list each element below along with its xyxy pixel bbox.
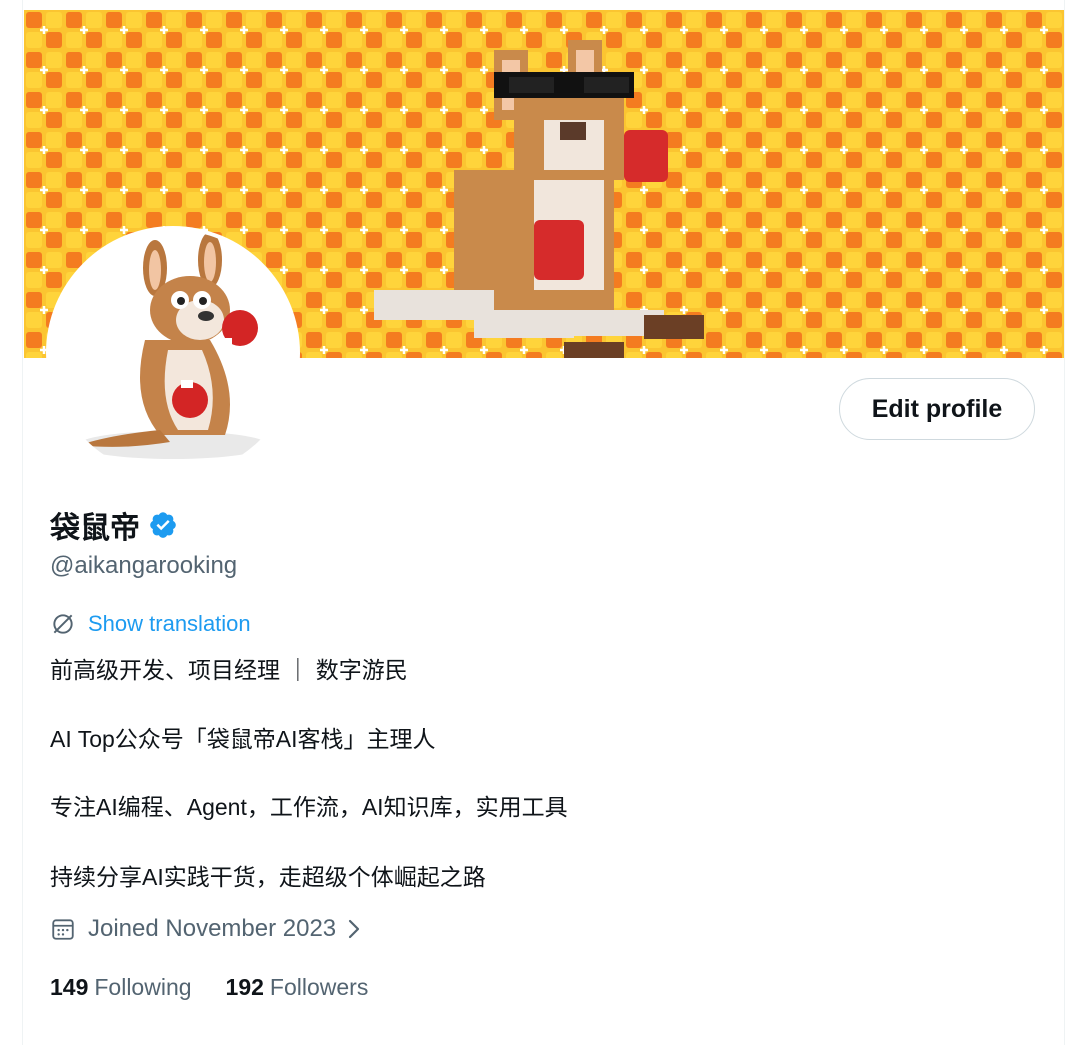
bio-line-3: 专注AI编程、Agent，工作流，AI知识库，实用工具 bbox=[50, 794, 568, 820]
followers-count: 192 bbox=[225, 974, 264, 1000]
chevron-right-icon bbox=[349, 919, 360, 939]
joined-date-text: Joined November 2023 bbox=[88, 915, 337, 942]
joined-date-row[interactable]: Joined November 2023 bbox=[50, 915, 364, 943]
following-link[interactable]: 149 Following bbox=[50, 974, 192, 1001]
translate-globe-icon bbox=[53, 614, 73, 634]
bio-line-4: 持续分享AI实践干货，走超级个体崛起之路 bbox=[50, 864, 486, 890]
profile-avatar[interactable] bbox=[50, 230, 296, 476]
bio-line-1: 前高级开发、项目经理 ｜ 数字游民 bbox=[50, 657, 408, 683]
followers-link[interactable]: 192 Followers bbox=[226, 974, 369, 1001]
calendar-icon bbox=[52, 919, 74, 940]
follow-stats: 149 Following 192 Followers bbox=[50, 974, 368, 1001]
profile-handle: @aikangarooking bbox=[50, 552, 238, 579]
show-translation-label[interactable]: Show translation bbox=[88, 611, 251, 637]
followers-label: Followers bbox=[269, 974, 369, 1000]
kangaroo-avatar-image bbox=[50, 230, 296, 476]
show-translation-link[interactable]: Show translation bbox=[50, 611, 251, 637]
display-name: 袋鼠帝 bbox=[50, 512, 140, 545]
following-count: 149 bbox=[50, 974, 89, 1000]
edit-profile-button[interactable]: Edit profile bbox=[839, 378, 1035, 440]
following-label: Following bbox=[94, 974, 192, 1000]
profile-name-row: 袋鼠帝 bbox=[50, 503, 178, 547]
bio-line-2: AI Top公众号「袋鼠帝AI客栈」主理人 bbox=[50, 726, 436, 752]
verified-badge-icon[interactable] bbox=[148, 510, 178, 540]
